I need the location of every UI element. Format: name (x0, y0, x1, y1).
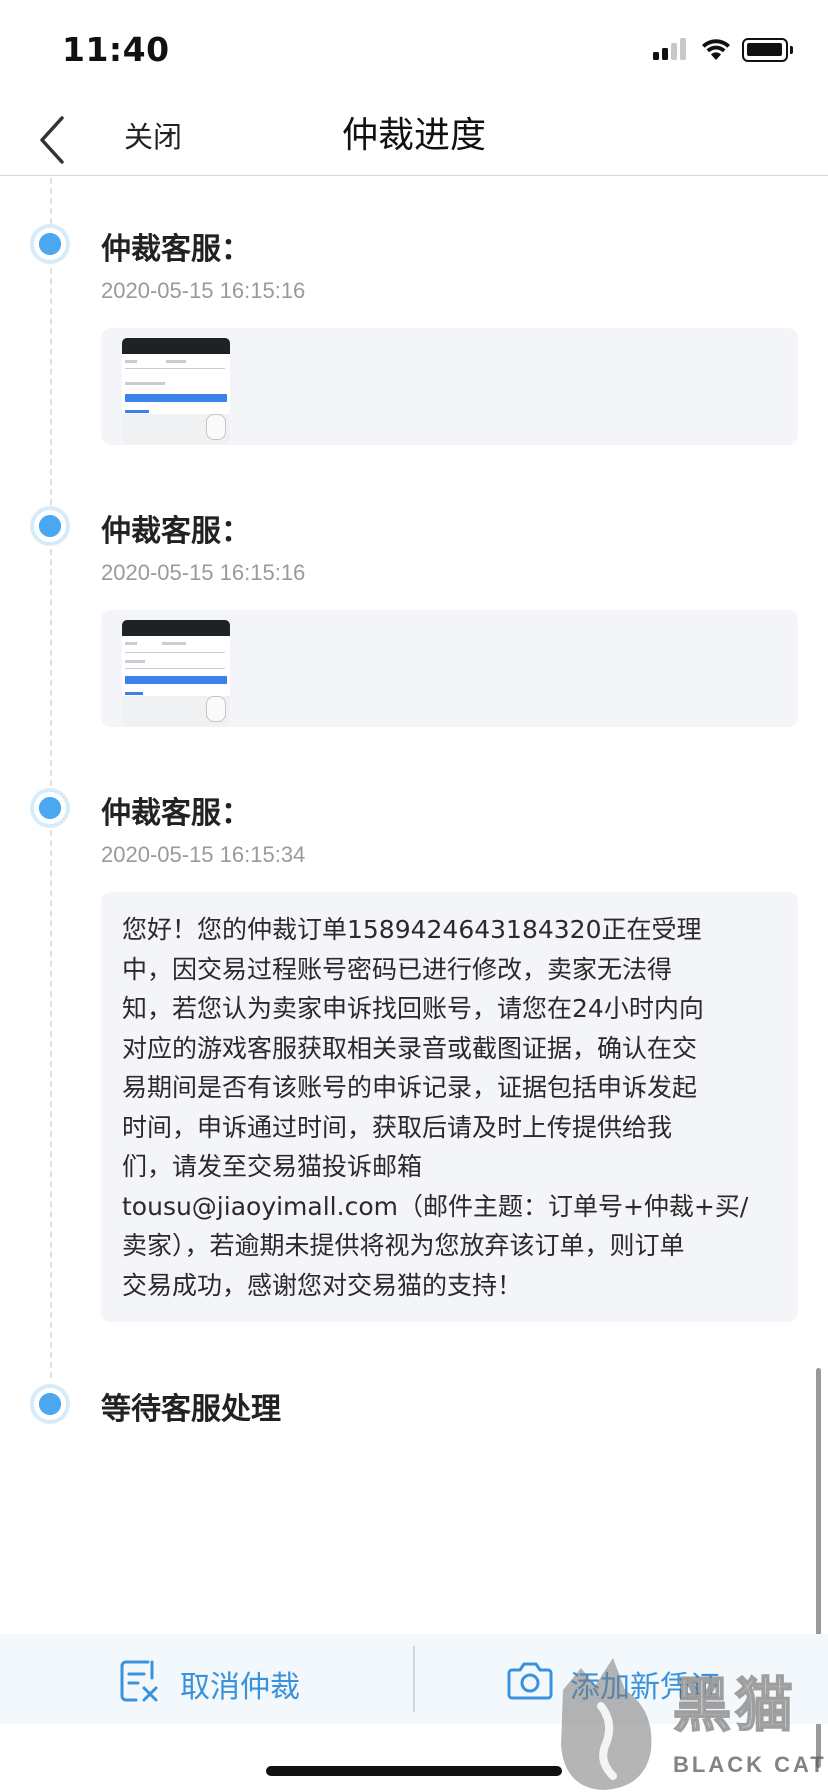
timeline-item-time: 2020-05-15 16:15:16 (101, 278, 306, 303)
wifi-icon (702, 39, 730, 60)
camera-icon (507, 1662, 553, 1700)
cancel-arbitration-label: 取消仲裁 (180, 1670, 300, 1705)
message-text: 您好！您的仲裁订单1589424643184320正在受理 中，因交易过程账号密… (122, 910, 782, 1305)
message-line: 易期间是否有该账号的申诉记录，证据包括申诉发起 (122, 1073, 698, 1102)
nav-bar: 关闭 仲裁进度 (0, 96, 828, 176)
screenshot-thumbnail[interactable] (122, 620, 230, 726)
battery-icon (742, 38, 794, 62)
page-title-text: 仲裁进度 (341, 115, 486, 156)
timeline-item-time: 2020-05-15 16:15:34 (101, 842, 306, 867)
message-line: 卖家），若逾期未提供将视为您放弃该订单，则订单 (122, 1231, 685, 1260)
message-line: 们，请发至交易猫投诉邮箱 (122, 1152, 423, 1181)
divider (413, 1646, 415, 1712)
watermark-text-en: BLACK CAT (673, 1752, 827, 1777)
timeline-dot (30, 788, 70, 828)
message-line: tousu@jiaoyimall.com（邮件主题：订单号+仲裁+买/ (122, 1191, 749, 1221)
add-evidence-label: 添加新凭证 (570, 1670, 720, 1705)
timeline-item-time: 2020-05-15 16:15:16 (101, 560, 306, 585)
message-line: 时间，申诉通过时间，获取后请及时上传提供给我 (122, 1112, 673, 1142)
message-line: 知，若您认为卖家申诉找回账号，请您在24小时内向 (122, 994, 704, 1023)
timeline-dot (30, 1384, 70, 1424)
home-indicator[interactable] (266, 1766, 562, 1776)
cancel-document-icon (120, 1660, 158, 1702)
timeline-item-title: 仲裁客服： (101, 232, 251, 267)
screenshot-thumbnail[interactable] (122, 338, 230, 444)
bottom-action-bar: 取消仲裁 添加新凭证 (0, 1634, 828, 1724)
timeline-dot (30, 506, 70, 546)
attachment-card (101, 328, 798, 445)
status-time: 11:40 (62, 30, 170, 69)
timeline-dot (30, 224, 70, 264)
timeline-connector (50, 178, 52, 1378)
message-line: 中，因交易过程账号密码已进行修改，卖家无法得 (122, 954, 673, 984)
message-card: 您好！您的仲裁订单1589424643184320正在受理 中，因交易过程账号密… (101, 892, 798, 1322)
timeline-item-title: 等待客服处理 (101, 1392, 281, 1427)
attachment-card (101, 610, 798, 727)
timeline-item-title: 仲裁客服： (101, 796, 251, 831)
message-line: 您好！您的仲裁订单1589424643184320正在受理 (122, 915, 702, 944)
page-title: 仲裁进度 (0, 106, 828, 158)
cellular-signal-icon (653, 38, 689, 60)
status-bar: 11:40 (0, 0, 828, 96)
timeline-item-title: 仲裁客服： (101, 514, 251, 549)
message-line: 交易成功，感谢您对交易猫的支持！ (122, 1270, 523, 1300)
message-line: 对应的游戏客服获取相关录音或截图证据，确认在交 (122, 1033, 698, 1063)
